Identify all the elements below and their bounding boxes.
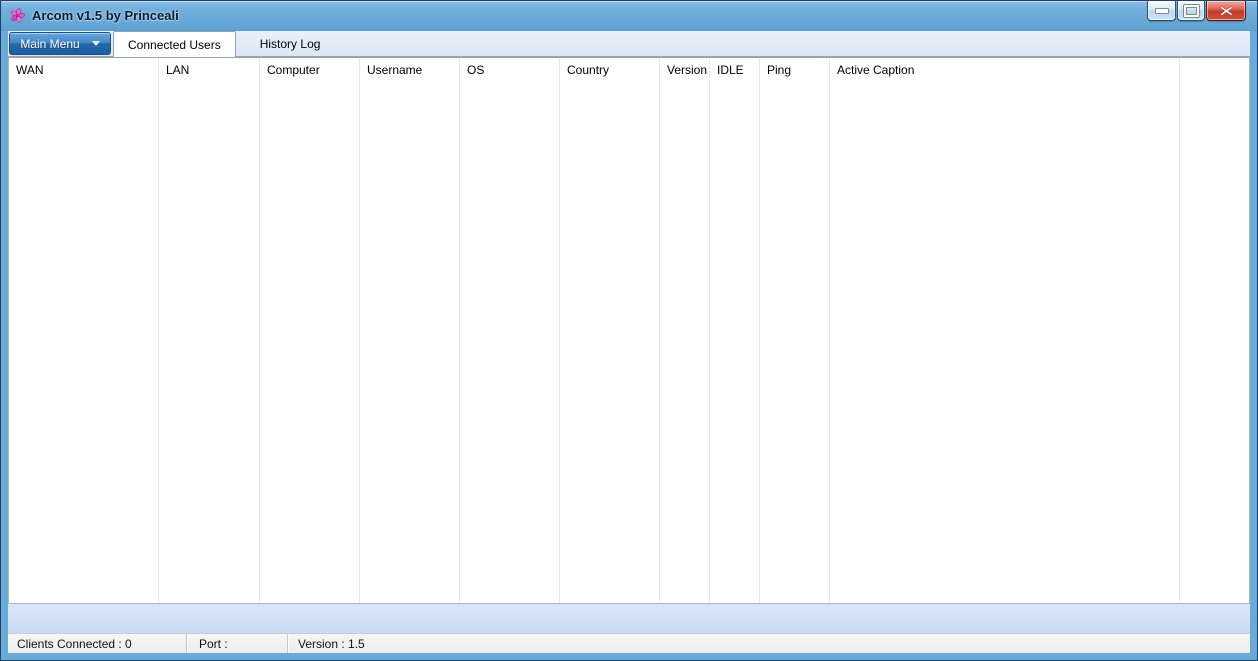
pinwheel-flower-icon (10, 8, 25, 23)
main-menu-button[interactable]: Main Menu (9, 32, 111, 55)
statusbar: Clients Connected : 0 Port : Version : 1… (8, 633, 1250, 653)
column-computer: Computer (260, 58, 360, 603)
column-header[interactable]: Username (367, 63, 459, 77)
column-header[interactable]: WAN (16, 63, 158, 77)
column-os: OS (460, 58, 560, 603)
column-ping: Ping (760, 58, 830, 603)
titlebar[interactable]: Arcom v1.5 by Princeali (1, 1, 1257, 31)
window-controls (1147, 1, 1246, 21)
tab-label: History Log (260, 37, 321, 51)
main-menu-label: Main Menu (20, 37, 79, 51)
maximize-button[interactable] (1177, 1, 1205, 21)
column-header[interactable]: IDLE (717, 63, 759, 77)
status-version: Version : 1.5 (288, 634, 1250, 653)
chevron-down-icon (92, 41, 100, 46)
tab-label: Connected Users (128, 38, 221, 52)
column-header[interactable]: Version (667, 63, 709, 77)
column-lan: LAN (159, 58, 260, 603)
column-filler (1180, 58, 1249, 603)
column-header[interactable]: Active Caption (837, 63, 1179, 77)
clients-listview[interactable]: WAN LAN Computer Username OS Country Version ID… (8, 57, 1250, 604)
minimize-icon (1155, 8, 1169, 14)
app-window: Arcom v1.5 by Princeali Main Menu Connec… (0, 0, 1258, 661)
window-title: Arcom v1.5 by Princeali (32, 8, 179, 23)
column-wan: WAN (9, 58, 159, 603)
minimize-button[interactable] (1147, 1, 1176, 21)
page-band (8, 604, 1250, 633)
status-port: Port : (187, 634, 288, 653)
close-button[interactable] (1206, 1, 1246, 21)
tab-connected-users[interactable]: Connected Users (113, 31, 236, 57)
tab-history-log[interactable]: History Log (236, 31, 345, 56)
column-header[interactable]: OS (467, 63, 559, 77)
app-body: Main Menu Connected Users History Log WA… (8, 31, 1250, 653)
status-clients-connected: Clients Connected : 0 (8, 634, 187, 653)
column-country: Country (560, 58, 660, 603)
column-username: Username (360, 58, 460, 603)
column-idle: IDLE (710, 58, 760, 603)
column-header[interactable]: LAN (166, 63, 259, 77)
tabstrip: Main Menu Connected Users History Log (8, 31, 1250, 57)
column-header[interactable]: Country (567, 63, 659, 77)
close-icon (1220, 6, 1233, 16)
maximize-icon (1184, 5, 1199, 17)
column-header[interactable]: Computer (267, 63, 359, 77)
app-icon[interactable] (10, 8, 25, 23)
column-active-caption: Active Caption (830, 58, 1180, 603)
column-header[interactable]: Ping (767, 63, 829, 77)
column-version: Version (660, 58, 710, 603)
